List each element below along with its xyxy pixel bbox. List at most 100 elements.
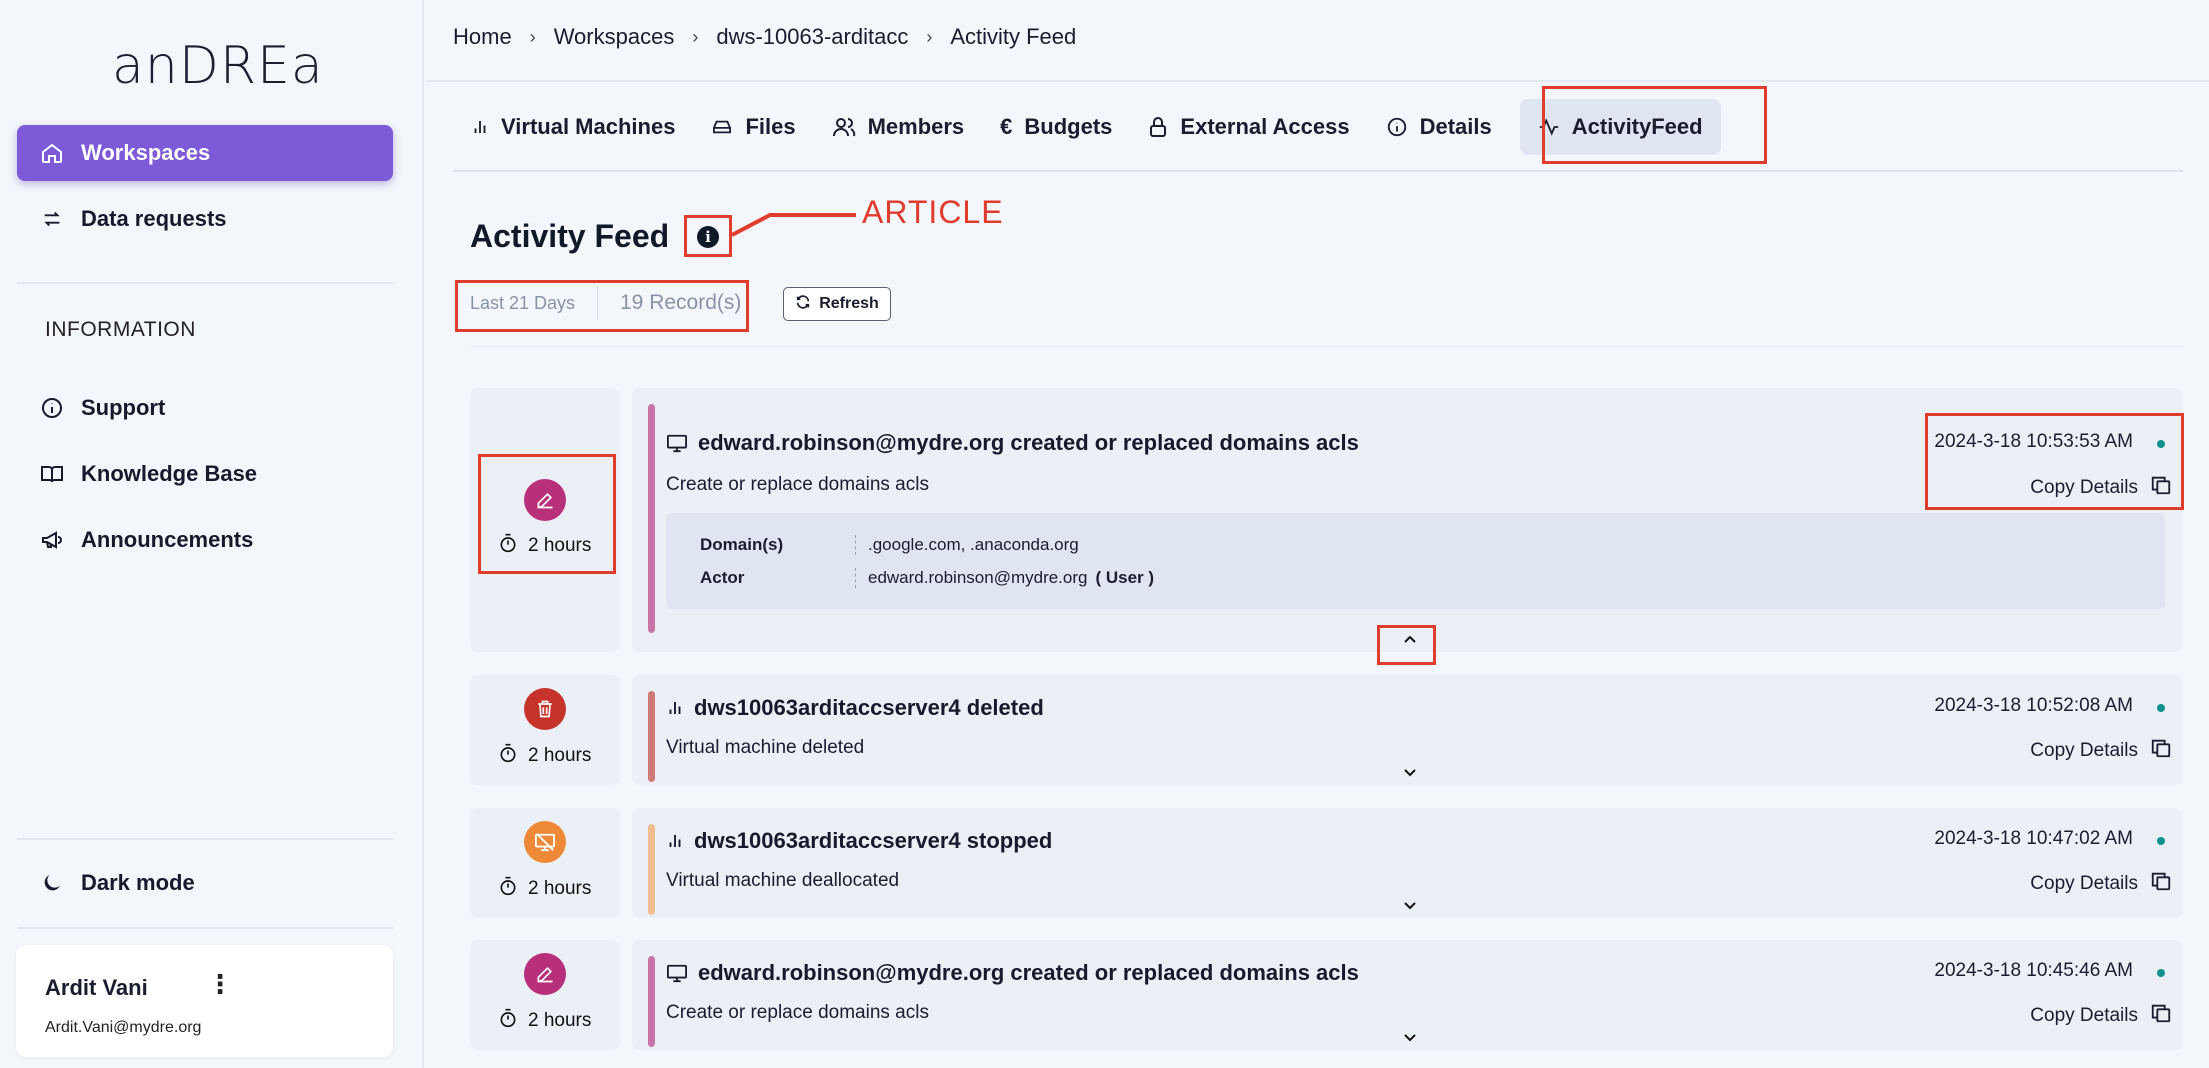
stopwatch-icon (498, 1008, 518, 1034)
expand-chevron-down-icon[interactable] (1402, 767, 1418, 779)
chevron-right-icon: › (926, 26, 933, 47)
workspace-tabs: Virtual Machines Files Members € Budgets… (453, 96, 1721, 158)
sidebar: anDREa Workspaces Data requests INFORMAT… (0, 0, 424, 1068)
tab-external-access[interactable]: External Access (1130, 99, 1367, 155)
tab-files[interactable]: Files (693, 99, 813, 155)
time-ago-label: 2 hours (528, 1010, 592, 1031)
stopwatch-icon (498, 743, 518, 769)
refresh-button[interactable]: Refresh (783, 287, 891, 321)
breadcrumb-current: Activity Feed (950, 24, 1077, 49)
euro-icon: € (1000, 114, 1013, 139)
tabs-divider (453, 170, 2183, 172)
pencil-icon (524, 953, 566, 995)
chevron-right-icon: › (529, 26, 536, 47)
copy-details-button[interactable]: Copy Details (2030, 737, 2172, 765)
tab-label: External Access (1180, 114, 1350, 139)
actor-email: edward.robinson@mydre.org (868, 568, 1088, 587)
users-icon (832, 116, 856, 138)
user-name: Ardit Vani (45, 975, 148, 1000)
home-icon (37, 141, 67, 165)
sidebar-item-label: Support (81, 395, 166, 420)
bar-chart-icon (471, 118, 489, 136)
user-menu-icon[interactable]: ⋮ (207, 971, 233, 997)
sidebar-item-label: Announcements (81, 527, 254, 552)
sidebar-divider (17, 838, 393, 840)
sidebar-item-workspaces[interactable]: Workspaces (17, 125, 393, 181)
time-ago: 2 hours (498, 876, 591, 902)
event-accent-bar (648, 691, 655, 782)
time-ago-label: 2 hours (528, 878, 592, 899)
sidebar-item-announcements[interactable]: Announcements (17, 512, 393, 568)
copy-icon (2150, 870, 2172, 898)
copy-details-label: Copy Details (2030, 740, 2138, 761)
copy-icon (2150, 737, 2172, 765)
detail-row: Actor edward.robinson@mydre.org ( User ) (700, 568, 1154, 588)
expand-chevron-down-icon[interactable] (1402, 1032, 1418, 1044)
activity-event-card: dws10063arditaccserver4 deleted Virtual … (632, 675, 2183, 785)
moon-icon (37, 871, 67, 895)
andrea-logo[interactable]: anDREa (112, 36, 324, 96)
event-title: edward.robinson@mydre.org created or rep… (666, 960, 1359, 986)
event-timestamp: 2024-3-18 10:45:46 AM (1934, 960, 2133, 981)
event-time-card: 2 hours (470, 940, 620, 1050)
event-accent-bar (648, 824, 655, 915)
time-ago: 2 hours (498, 1008, 591, 1034)
copy-icon (2150, 1002, 2172, 1030)
event-details-panel: Domain(s) .google.com, .anaconda.org Act… (666, 513, 2165, 609)
copy-details-button[interactable]: Copy Details (2030, 870, 2172, 898)
detail-value: edward.robinson@mydre.org ( User ) (855, 568, 1154, 588)
event-subtitle: Virtual machine deleted (666, 737, 865, 758)
stopwatch-icon (498, 876, 518, 902)
event-timestamp: 2024-3-18 10:52:08 AM (1934, 695, 2133, 716)
breadcrumb-workspaces[interactable]: Workspaces (554, 24, 675, 50)
event-title-text: dws10063arditaccserver4 deleted (694, 695, 1044, 720)
event-subtitle: Create or replace domains acls (666, 1002, 929, 1023)
tab-details[interactable]: Details (1368, 99, 1510, 155)
event-title: edward.robinson@mydre.org created or rep… (666, 430, 1359, 456)
sidebar-divider (17, 927, 393, 929)
bar-chart-icon (666, 699, 684, 717)
event-subtitle: Create or replace domains acls (666, 474, 929, 495)
expand-chevron-down-icon[interactable] (1402, 900, 1418, 912)
event-title-text: edward.robinson@mydre.org created or rep… (698, 960, 1359, 985)
drive-icon (711, 118, 733, 136)
sidebar-item-data-requests[interactable]: Data requests (17, 191, 393, 247)
status-dot (2157, 704, 2165, 712)
tab-label: Details (1419, 114, 1492, 139)
swap-arrows-icon (37, 208, 67, 230)
actor-role-tag: ( User ) (1095, 568, 1155, 587)
sidebar-item-label: Workspaces (81, 140, 211, 165)
user-email: Ardit.Vani@mydre.org (45, 1019, 202, 1036)
section-divider (470, 346, 2183, 347)
tab-label: Budgets (1024, 114, 1113, 139)
time-ago: 2 hours (498, 743, 591, 769)
event-title-text: edward.robinson@mydre.org created or rep… (698, 430, 1359, 455)
tab-budgets[interactable]: € Budgets (982, 99, 1130, 155)
bar-chart-icon (666, 832, 684, 850)
breadcrumb-workspace[interactable]: dws-10063-arditacc (716, 24, 908, 50)
event-subtitle: Virtual machine deallocated (666, 870, 900, 891)
event-title: dws10063arditaccserver4 stopped (666, 828, 1052, 854)
breadcrumb-home[interactable]: Home (453, 24, 512, 50)
dark-mode-toggle[interactable]: Dark mode (17, 855, 393, 911)
annotation-box-timestamp (1925, 413, 2184, 510)
copy-details-button[interactable]: Copy Details (2030, 1002, 2172, 1030)
tab-label: Members (867, 114, 965, 139)
tab-members[interactable]: Members (814, 99, 983, 155)
time-ago-label: 2 hours (528, 745, 592, 766)
event-accent-bar (648, 404, 655, 633)
annotation-box-filter (455, 280, 749, 332)
trash-icon (524, 688, 566, 730)
breadcrumb: Home › Workspaces › dws-10063-arditacc ›… (453, 24, 1076, 50)
copy-details-label: Copy Details (2030, 1005, 2138, 1026)
detail-value: .google.com, .anaconda.org (855, 535, 1079, 555)
sidebar-item-label: Data requests (81, 206, 227, 231)
event-title: dws10063arditaccserver4 deleted (666, 695, 1044, 721)
monitor-icon (666, 963, 688, 983)
sidebar-item-label: Knowledge Base (81, 461, 258, 486)
sidebar-item-knowledge-base[interactable]: Knowledge Base (17, 446, 393, 502)
sidebar-item-support[interactable]: Support (17, 380, 393, 436)
monitor-off-icon (524, 821, 566, 863)
tab-virtual-machines[interactable]: Virtual Machines (453, 99, 693, 155)
tab-label: Files (745, 114, 796, 139)
